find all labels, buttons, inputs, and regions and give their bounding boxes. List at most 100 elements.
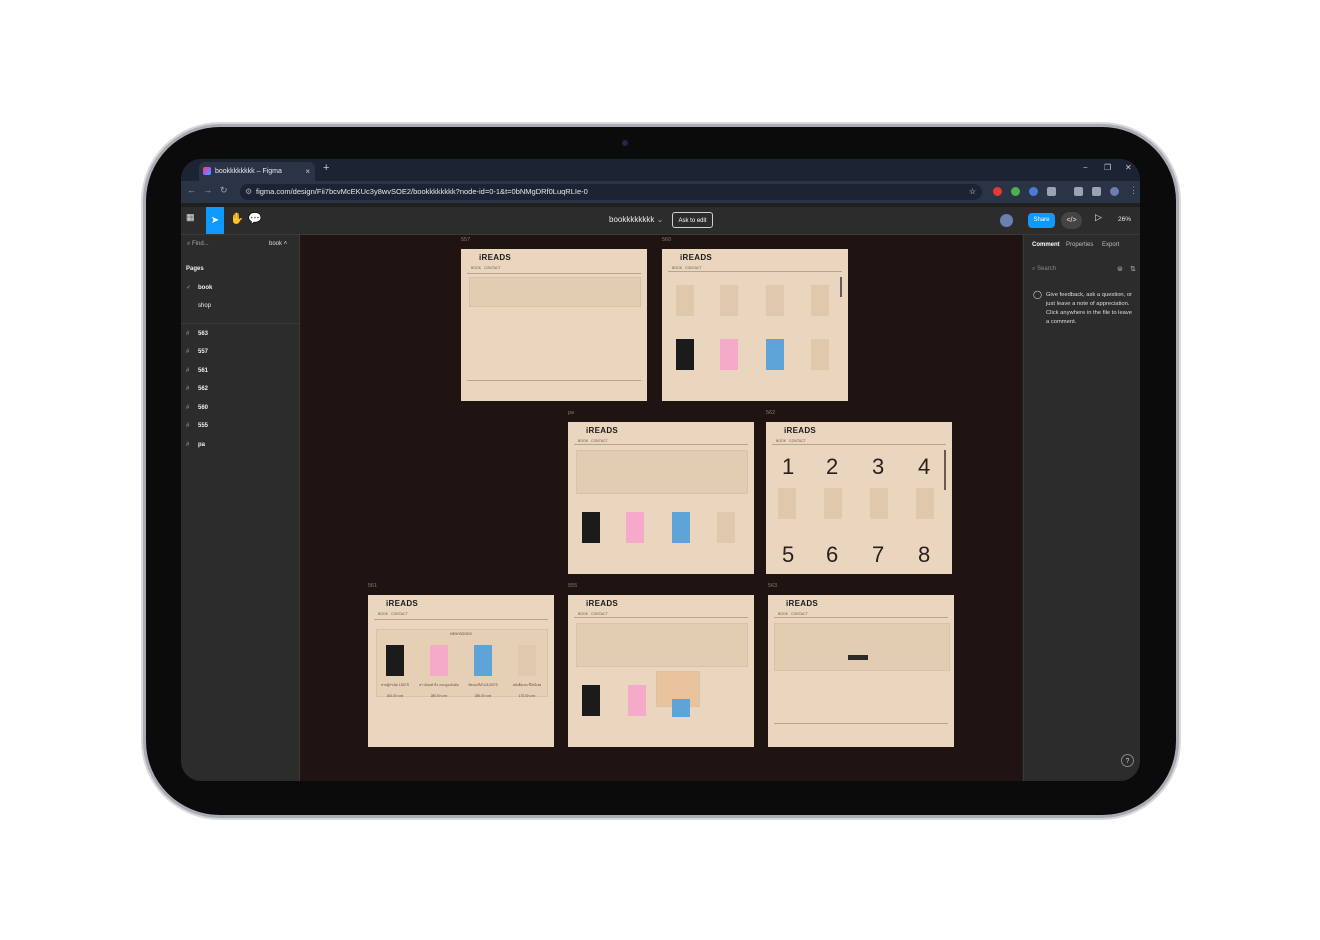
comment-search-input[interactable]: ⌕ Search	[1032, 266, 1056, 273]
tab-export[interactable]: Export	[1102, 242, 1119, 248]
help-button[interactable]: ?	[1121, 754, 1134, 767]
book-placeholder	[824, 488, 842, 519]
tab-title: bookkkkkkkk – Figma	[215, 168, 282, 175]
frame-nav: BOOK CONTACT	[578, 612, 608, 616]
frame-nav: BOOK CONTACT	[776, 439, 806, 443]
book-cover	[720, 339, 738, 370]
forward-icon[interactable]: →	[203, 185, 212, 195]
frame-label: 555	[568, 583, 578, 589]
site-info-icon[interactable]: ⚙	[245, 184, 252, 200]
book-price: 280.00 บาท	[430, 694, 448, 698]
frame-label: 557	[461, 237, 471, 243]
number-label: 6	[826, 542, 839, 567]
new-tab-button[interactable]: +	[323, 162, 329, 174]
page-item-shop[interactable]: shop	[186, 303, 211, 309]
layer-frame-560[interactable]: #560	[186, 405, 208, 411]
figma-toolbar: ▦ ➤ ✋ 💬 bookkkkkkkk ⌄ Ask to edit Share …	[181, 207, 1140, 235]
book-cover	[676, 339, 694, 370]
reload-icon[interactable]: ↻	[220, 185, 228, 196]
layer-frame-pa[interactable]: # pa	[186, 442, 205, 448]
pages-heading: Pages	[186, 266, 204, 272]
extension-green-icon[interactable]	[1011, 187, 1020, 196]
book-placeholder	[811, 339, 829, 370]
profile-avatar-icon[interactable]	[1110, 187, 1119, 196]
book-cover	[672, 699, 690, 717]
frame-label: pa	[568, 410, 575, 416]
frame-563[interactable]: iREADS BOOK CONTACT	[768, 595, 954, 747]
page-selector[interactable]: book ˄	[269, 241, 287, 247]
book-placeholder	[870, 488, 888, 519]
header-rule	[467, 273, 641, 274]
header-rule	[574, 617, 748, 618]
site-logo: iREADS	[479, 253, 512, 262]
frame-nav: BOOK CONTACT	[672, 266, 702, 270]
panel-divider	[181, 323, 299, 324]
filter-icon[interactable]: ⊜	[1117, 265, 1123, 273]
number-label: 4	[918, 454, 931, 479]
zoom-level[interactable]: 26%	[1118, 216, 1131, 223]
download-icon[interactable]	[1092, 187, 1101, 196]
find-input[interactable]: ⌕ Find...	[187, 241, 209, 248]
tab-properties[interactable]: Properties	[1066, 242, 1093, 248]
layer-frame-561[interactable]: #561	[186, 368, 208, 374]
layer-frame-563[interactable]: #563	[186, 331, 208, 337]
tab-close-icon[interactable]: ×	[305, 162, 310, 181]
dev-mode-toggle-icon[interactable]: </>	[1061, 212, 1082, 229]
book-placeholder	[916, 488, 934, 519]
book-placeholder	[676, 285, 694, 316]
file-name[interactable]: bookkkkkkkk ⌄	[609, 215, 663, 224]
frame-555[interactable]: iREADS BOOK CONTACT	[568, 595, 754, 747]
design-canvas[interactable]: 557 iREADS BOOK CONTACT 560 iREADS BOOK …	[300, 235, 1022, 781]
extension-blue-icon[interactable]	[1029, 187, 1038, 196]
site-logo: iREADS	[386, 599, 419, 608]
book-title: หนังสือเล่ม ที่ไม่มีเลย	[512, 683, 542, 687]
number-label: 3	[872, 454, 885, 479]
site-logo: iREADS	[786, 599, 819, 608]
back-icon[interactable]: ←	[187, 185, 196, 195]
camera-dot	[622, 140, 628, 146]
book-title: ศิลปะหรือไม่ 8,000 ปี	[468, 683, 498, 687]
frame-pa[interactable]: iREADS BOOK CONTACT	[568, 422, 754, 574]
ask-to-edit-button[interactable]: Ask to edit	[672, 212, 713, 228]
header-rule	[772, 444, 946, 445]
number-label: 1	[782, 454, 795, 479]
settings-sliders-icon[interactable]: ⇅	[1130, 265, 1136, 273]
frame-560[interactable]: iREADS BOOK CONTACT	[662, 249, 848, 401]
layer-frame-562[interactable]: #562	[186, 386, 208, 392]
extensions-puzzle-icon[interactable]	[1047, 187, 1056, 196]
url-input[interactable]: ⚙ figma.com/design/Fii7bcvMcEKUc3y8wvSOE…	[240, 184, 982, 200]
frame-561[interactable]: iREADS BOOK CONTACT NEW BOOKS สามผู้กำเน…	[368, 595, 554, 747]
layer-frame-557[interactable]: #557	[186, 349, 208, 355]
close-window-button[interactable]: ✕	[1125, 163, 1132, 172]
chrome-menu-icon[interactable]: ⋮	[1129, 185, 1138, 196]
figma-menu-icon[interactable]: ▦	[186, 212, 195, 223]
maximize-button[interactable]: ❐	[1104, 163, 1111, 172]
layers-panel: ⌕ Find... book ˄ Pages ✓ book shop #563 #…	[181, 235, 300, 781]
number-label: 5	[782, 542, 795, 567]
browser-tab[interactable]: bookkkkkkkk – Figma ×	[199, 162, 315, 181]
tab-search-icon[interactable]	[1074, 187, 1083, 196]
frame-label: 563	[768, 583, 778, 589]
present-play-icon[interactable]: ▷	[1095, 212, 1102, 223]
layer-frame-555[interactable]: #555	[186, 423, 208, 429]
book-cover	[474, 645, 492, 676]
page-item-book[interactable]: ✓ book	[186, 284, 212, 291]
footer-rule	[774, 723, 948, 724]
frame-557[interactable]: iREADS BOOK CONTACT	[461, 249, 647, 401]
site-logo: iREADS	[784, 426, 817, 435]
tab-comment[interactable]: Comment	[1032, 242, 1060, 248]
frame-562[interactable]: iREADS BOOK CONTACT 1 2 3 4 5 6 7 8	[766, 422, 952, 574]
minimize-button[interactable]: −	[1083, 163, 1088, 172]
header-rule	[774, 617, 948, 618]
comment-tool-icon[interactable]: 💬	[248, 212, 262, 225]
extension-red-icon[interactable]	[993, 187, 1002, 196]
login-box	[774, 623, 950, 671]
bookmark-star-icon[interactable]: ☆	[969, 184, 976, 200]
site-logo: iREADS	[586, 599, 619, 608]
move-tool-icon[interactable]: ➤	[206, 207, 224, 234]
screen: bookkkkkkkk – Figma × + − ❐ ✕ ← → ↻ ⚙ fi…	[181, 159, 1140, 781]
hand-tool-icon[interactable]: ✋	[230, 212, 244, 225]
contact-box	[469, 277, 641, 307]
share-button[interactable]: Share	[1028, 213, 1055, 228]
user-avatar[interactable]	[1000, 214, 1013, 227]
